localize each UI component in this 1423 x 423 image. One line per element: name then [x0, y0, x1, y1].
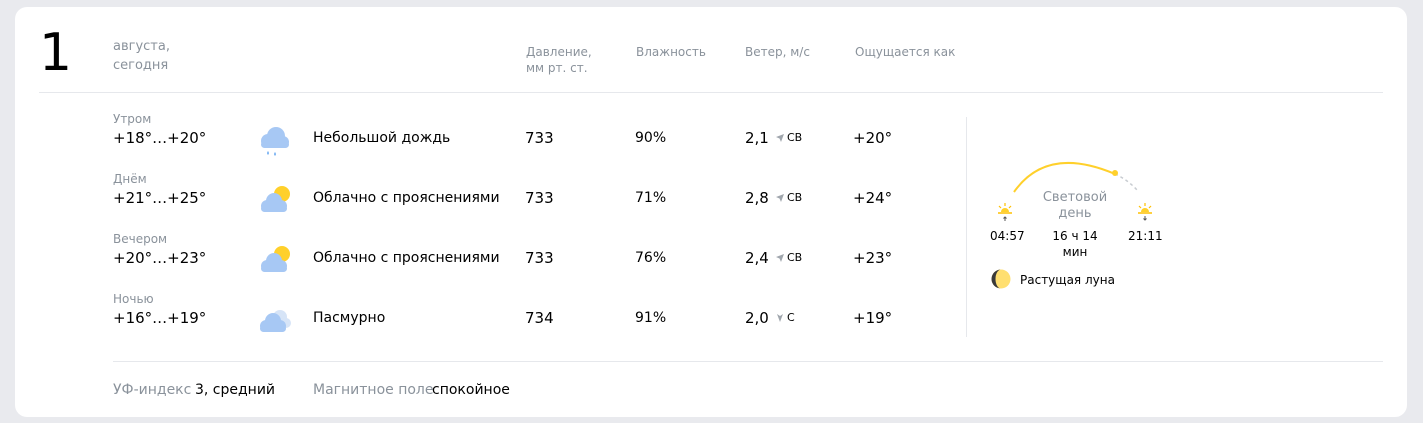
daylight-arc [1013, 162, 1116, 193]
footer-divider [113, 361, 1383, 362]
pressure-value: 733 [525, 189, 554, 207]
humidity-value: 71% [635, 190, 667, 206]
wind-speed: 2,1 [745, 129, 769, 147]
humidity-value: 90% [635, 130, 667, 146]
forecast-row-morning: Утром +18°…+20° Небольшой дождь 733 90% … [15, 111, 966, 171]
wind-speed: 2,4 [745, 249, 769, 267]
weather-details-card: 1 августа, сегодня Давление, мм рт. ст. … [15, 7, 1407, 417]
current-sun-position [1112, 170, 1118, 176]
day-part-label: Утром [113, 112, 152, 126]
partly-cloudy-icon [261, 246, 290, 272]
feels-like-value: +23° [853, 249, 893, 267]
sunrise-icon [996, 203, 1014, 221]
weather-condition: Облачно с прояснениями [313, 250, 500, 266]
sunset-icon [1136, 203, 1154, 221]
daylight-label: Световой день [1030, 190, 1120, 222]
date-label: августа, сегодня [113, 37, 170, 75]
daylight-label-line2: день [1058, 206, 1092, 221]
uv-index-value: 3, средний [195, 382, 276, 398]
daylight-duration: 16 ч 14 мин [1052, 229, 1098, 259]
wind-direction: С [787, 311, 795, 324]
remaining-day-arc [1114, 173, 1138, 191]
wind-direction-arrow-icon [776, 194, 784, 202]
feels-like-value: +19° [853, 309, 893, 327]
partly-cloudy-icon [261, 186, 290, 212]
day-part-label: Ночью [113, 292, 154, 306]
day-part-label: Вечером [113, 232, 168, 246]
wind-direction-arrow-icon [776, 134, 784, 142]
forecast-row-day: Днём +21°…+25° Облачно с прояснениями 73… [15, 171, 966, 231]
forecast-row-night: Ночью +16°…+19° Пасмурно 734 91% 2,0 С +… [15, 291, 966, 351]
pressure-value: 734 [525, 309, 554, 327]
date-month: августа, [113, 39, 170, 54]
moon-phase: Растущая луна [1020, 273, 1115, 287]
uv-index-label: УФ-индекс [113, 382, 192, 398]
sunset-time: 21:11 [1128, 229, 1163, 243]
sun-panel-divider [966, 117, 967, 337]
light-rain-icon [261, 127, 289, 156]
sunrise-time: 04:57 [990, 229, 1025, 243]
temperature-range: +16°…+19° [113, 309, 207, 327]
pressure-header-line1: Давление, [526, 45, 592, 59]
day-part-label: Днём [113, 172, 147, 186]
magnetic-field-label: Магнитное поле [313, 382, 434, 398]
temperature-range: +20°…+23° [113, 249, 207, 267]
feels-like-value: +24° [853, 189, 893, 207]
pressure-column-header: Давление, мм рт. ст. [526, 44, 592, 76]
feels-like-value: +20° [853, 129, 893, 147]
waxing-moon-icon [991, 269, 1011, 289]
wind-direction: СВ [787, 251, 803, 264]
feels-like-column-header: Ощущается как [855, 45, 956, 59]
magnetic-field-value: спокойное [432, 382, 510, 398]
wind-speed: 2,8 [745, 189, 769, 207]
humidity-value: 76% [635, 250, 667, 266]
overcast-icon [260, 310, 291, 332]
daylight-label-line1: Световой [1042, 190, 1108, 205]
weather-condition: Облачно с прояснениями [313, 190, 500, 206]
wind-direction: СВ [787, 131, 803, 144]
weather-condition: Небольшой дождь [313, 130, 451, 146]
wind-direction-arrow-icon [776, 254, 784, 262]
pressure-header-line2: мм рт. ст. [526, 61, 588, 75]
weather-condition: Пасмурно [313, 310, 386, 326]
date-relative: сегодня [113, 58, 169, 73]
wind-speed: 2,0 [745, 309, 769, 327]
day-number: 1 [39, 23, 72, 83]
wind-direction-arrow-icon [777, 314, 783, 322]
humidity-column-header: Влажность [636, 45, 706, 59]
pressure-value: 733 [525, 249, 554, 267]
forecast-row-evening: Вечером +20°…+23° Облачно с прояснениями… [15, 231, 966, 291]
humidity-value: 91% [635, 310, 667, 326]
temperature-range: +21°…+25° [113, 189, 207, 207]
pressure-value: 733 [525, 129, 554, 147]
header-divider [39, 92, 1383, 93]
temperature-range: +18°…+20° [113, 129, 207, 147]
wind-column-header: Ветер, м/с [745, 45, 810, 59]
wind-direction: СВ [787, 191, 803, 204]
